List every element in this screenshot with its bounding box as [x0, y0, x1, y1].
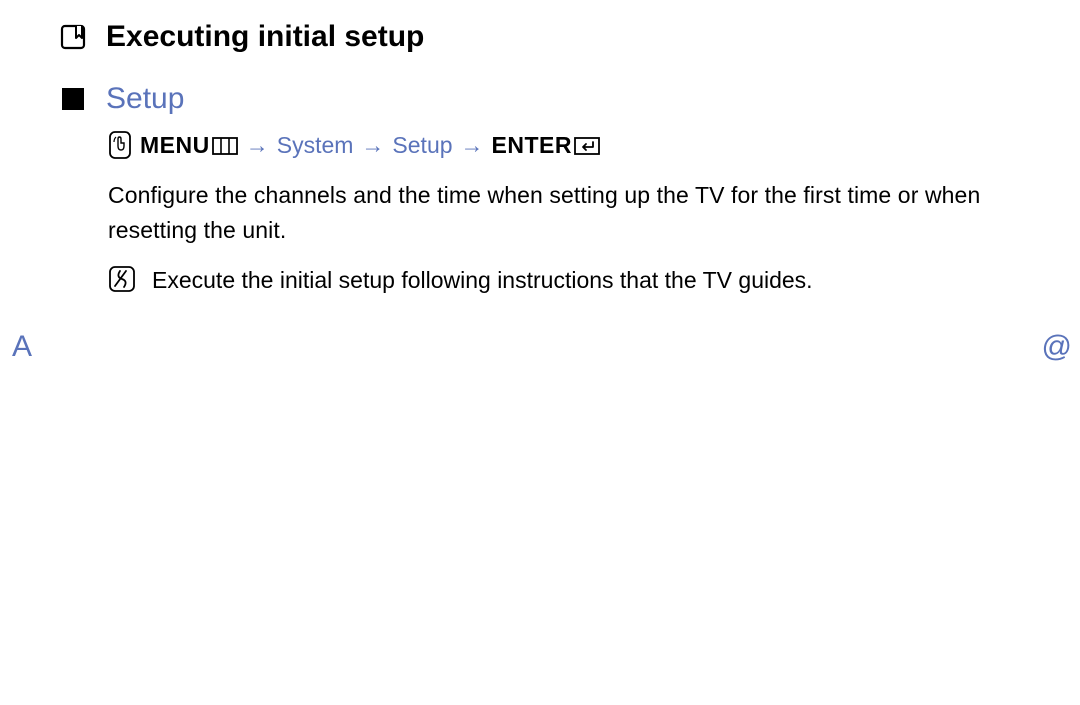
- enter-return-icon: [574, 137, 600, 155]
- section-heading: Setup: [106, 82, 184, 116]
- square-bullet-icon: [62, 88, 84, 110]
- arrow-icon: →: [361, 132, 384, 159]
- note-row: Execute the initial setup following inst…: [108, 263, 1040, 298]
- menu-text: MENU: [140, 132, 210, 158]
- nav-link-system: System: [277, 132, 354, 159]
- section-row: Setup: [60, 82, 1040, 116]
- nav-next-label[interactable]: @: [1042, 330, 1072, 364]
- nav-enter-label: ENTER: [492, 132, 600, 159]
- nav-prev-label[interactable]: A: [12, 330, 32, 364]
- menu-grid-icon: [212, 137, 238, 155]
- arrow-icon: →: [246, 132, 269, 159]
- arrow-icon: →: [461, 132, 484, 159]
- touch-icon: [108, 130, 132, 160]
- page-title: Executing initial setup: [106, 20, 424, 54]
- enter-text: ENTER: [492, 132, 572, 158]
- navigation-path: MENU → System → Setup → ENTER: [108, 130, 1040, 160]
- description-paragraph: Configure the channels and the time when…: [108, 178, 1040, 247]
- note-icon: [108, 265, 136, 293]
- nav-menu-label: MENU: [140, 132, 238, 159]
- note-text: Execute the initial setup following inst…: [152, 263, 813, 298]
- title-row: Executing initial setup: [60, 20, 1040, 54]
- nav-link-setup: Setup: [392, 132, 452, 159]
- bookmark-icon: [60, 24, 86, 50]
